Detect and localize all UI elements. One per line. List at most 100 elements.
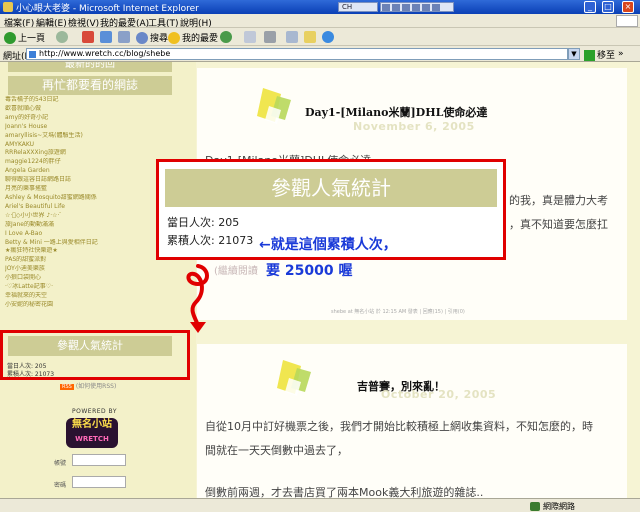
curly-arrow-icon [186, 264, 209, 333]
address-bar: 網址(D) http://www.wretch.cc/blog/shebe ▼ … [0, 46, 640, 62]
maximize-button[interactable]: □ [602, 1, 614, 13]
blog-link[interactable]: ‧♡冰Latte記事♡‧ [5, 283, 155, 292]
refresh-button[interactable] [100, 31, 114, 43]
refresh-icon [100, 31, 112, 43]
back-button[interactable]: 上一頁 [4, 31, 45, 44]
login-password-input[interactable] [72, 476, 126, 488]
annotation-counter-heading: 參觀人氣統計 [165, 169, 497, 207]
blog-link[interactable]: I Love A-Bao [5, 230, 155, 239]
login-account-input[interactable] [72, 454, 126, 466]
blog-link[interactable]: 聊得跟這容日誌網路日誌 [5, 176, 155, 185]
post-date: October 20, 2005 [381, 388, 497, 401]
minimize-button[interactable]: _ [584, 1, 596, 13]
blog-link[interactable]: maggie1224的胖仔 [5, 158, 155, 167]
go-arrow-icon [584, 50, 595, 61]
toolbar: 上一頁 搜尋 我的最愛 [0, 28, 640, 46]
mail-icon [244, 31, 256, 43]
language-bar-icons[interactable] [380, 2, 454, 12]
language-indicator[interactable]: CH [338, 2, 378, 12]
blog-link[interactable]: 旅Jane的動動滿滿 [5, 221, 155, 230]
status-bar: 網際網路 [0, 498, 640, 512]
star-icon [168, 31, 180, 44]
notes-button[interactable] [304, 31, 318, 43]
blog-link[interactable]: JOY小迪美樂族 [5, 265, 155, 274]
web-page: 最新的的回 再忙都要看的網誌 毒舌橘子的543日記 歡喜就順心做 amy的好奇小… [0, 62, 640, 498]
blog-link[interactable]: amaryllisis~艾瑪(體驗生活) [5, 132, 155, 141]
title-bar: 小心眼大老婆 - Microsoft Internet Explorer CH … [0, 0, 640, 14]
go-button[interactable]: 移至 [584, 48, 615, 61]
powered-by-label: POWERED BY [72, 408, 118, 415]
blog-link[interactable]: 毒舌橘子的543日記 [5, 96, 155, 105]
page-icon [29, 51, 36, 58]
blog-link[interactable]: AMYKAKU [5, 141, 155, 150]
blog-link[interactable]: Angela Garden [5, 167, 155, 176]
annotation-counter-total: 累積人次: 21073 [167, 234, 254, 247]
blog-link[interactable]: Betty & Mini 一路上與愛相伴日記 [5, 239, 155, 248]
links-chevron[interactable]: » [618, 49, 624, 59]
status-text-area [4, 501, 524, 511]
print-button[interactable] [264, 31, 278, 43]
blog-link[interactable]: 小狼口袋開心 [5, 274, 155, 283]
forward-button[interactable] [56, 31, 70, 43]
history-icon [220, 31, 232, 43]
menu-bar: 檔案(F) 編輯(E) 檢視(V) 我的最愛(A) 工具(T) 說明(H) [0, 14, 640, 29]
forward-arrow-icon [56, 31, 68, 43]
decoration-icon [277, 360, 311, 396]
stop-button[interactable] [82, 31, 96, 43]
blog-link[interactable]: ★瘋狂特社快樂遊★ [5, 247, 155, 256]
post-body-line: 間就在一天天倒數中過去了， [205, 444, 348, 457]
security-zone: 網際網路 [530, 501, 575, 512]
blog-link[interactable]: Joann's House [5, 123, 155, 132]
login-account-label: 帳號 [54, 460, 67, 467]
address-dropdown-icon[interactable]: ▼ [568, 48, 580, 60]
wretch-logo[interactable]: 無名小站 WRETCH [66, 418, 118, 448]
messenger-button[interactable] [322, 31, 336, 43]
annotation-note: ←就是這個累積人次， [259, 237, 397, 253]
sidebar: 最新的的回 再忙都要看的網誌 毒舌橘子的543日記 歡喜就順心做 amy的好奇小… [0, 62, 196, 498]
post-body-line: 的我，真是體力大考 [509, 194, 608, 207]
address-url: http://www.wretch.cc/blog/shebe [39, 49, 171, 58]
blog-link[interactable]: ☆‧ﾟ◇小小世界 ♪‧☆‧ﾟ [5, 212, 155, 221]
blog-post: 吉普賽，別來亂！ October 20, 2005 自從10月中訂好機票之後，我… [197, 344, 627, 498]
blog-link[interactable]: 歡喜就順心做 [5, 105, 155, 114]
sidebar-counter-highlight: 參觀人氣統計 當日人次: 205 累積人次: 21073 [0, 330, 190, 380]
rss-link[interactable]: RSS (如何使用RSS) [60, 381, 116, 390]
search-button[interactable]: 搜尋 [136, 31, 168, 44]
read-more-link[interactable]: (繼續閱讀 [214, 262, 258, 277]
annotation-goal-note: 要 25000 喔 [266, 263, 353, 279]
blog-link[interactable]: 月亮的樂事搖籃 [5, 185, 155, 194]
window-title: 小心眼大老婆 - Microsoft Internet Explorer [16, 4, 199, 14]
annotation-counter-today: 當日人次: 205 [167, 216, 240, 229]
post-meta: shebe at 無名小站 於 12:15 AM 發表 | 回應(15) | 引… [331, 309, 465, 315]
blog-link[interactable]: PAS的甜蜜派對 [5, 256, 155, 265]
favorites-button[interactable]: 我的最愛 [168, 31, 218, 44]
blog-link[interactable]: amy的好奇小記 [5, 114, 155, 123]
address-input[interactable]: http://www.wretch.cc/blog/shebe [26, 48, 568, 60]
post-body-line: 自從10月中訂好機票之後，我們才開始比較積極上網收集資料，不知怎麼的，時 [205, 420, 593, 433]
home-button[interactable] [118, 31, 132, 43]
edit-button[interactable] [286, 31, 300, 43]
counter-annotation-callout: 參觀人氣統計 當日人次: 205 累積人次: 21073 ←就是這個累積人次， [156, 159, 506, 260]
back-arrow-icon [4, 31, 16, 44]
blog-link[interactable]: Ashley & Mosquito甜蜜網路關係 [5, 194, 155, 203]
post-title[interactable]: Day1-[Milano米蘭]DHL使命必達 [305, 104, 487, 120]
post-body-line: 倒數前兩週，才去書店買了兩本Mook義大利旅遊的雜誌.. [205, 486, 484, 498]
mail-button[interactable] [244, 31, 258, 43]
stop-icon [82, 31, 94, 43]
decoration-icon [257, 88, 291, 124]
blog-link[interactable]: 小安妮的秘密花園 [5, 301, 155, 310]
history-button[interactable] [220, 31, 234, 43]
close-button[interactable]: × [622, 1, 634, 13]
blog-link[interactable]: 幸福就來的天空 [5, 292, 155, 301]
sidebar-blogs-heading: 再忙都要看的網誌 [8, 76, 172, 95]
post-body-line: ，真不知道要怎麼扛 [509, 218, 608, 231]
notes-icon [304, 31, 316, 43]
ie-icon [3, 2, 13, 12]
home-icon [118, 31, 130, 43]
blog-link[interactable]: Ariel's Beautiful Life [5, 203, 155, 212]
login-password-label: 密碼 [54, 482, 67, 489]
blog-link[interactable]: RRRelaXXXing旅遊網 [5, 149, 155, 158]
rss-badge: RSS [60, 384, 74, 390]
edit-icon [286, 31, 298, 43]
sidebar-counter-total: 累積人次: 21073 [7, 371, 55, 378]
